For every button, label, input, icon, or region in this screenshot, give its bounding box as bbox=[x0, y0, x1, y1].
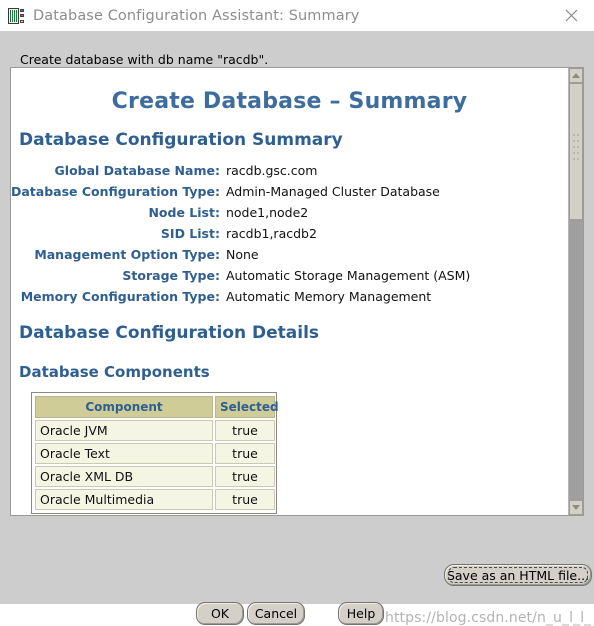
summary-value: None bbox=[225, 247, 259, 262]
table-row: Storage Type: Automatic Storage Manageme… bbox=[11, 265, 470, 286]
table-row[interactable]: Oracle JVM true bbox=[35, 420, 275, 441]
title-bar: Database Configuration Assistant: Summar… bbox=[0, 0, 594, 31]
component-selected: true bbox=[215, 466, 275, 487]
scrollbar-thumb[interactable] bbox=[569, 83, 583, 220]
instruction-text: Create database with db name "racdb". bbox=[20, 52, 269, 67]
table-row[interactable]: Oracle Text true bbox=[35, 443, 275, 464]
ok-button[interactable]: OK bbox=[196, 602, 244, 625]
scroll-down-arrow-icon[interactable] bbox=[569, 500, 583, 515]
section-heading-components: Database Components bbox=[19, 363, 210, 381]
section-heading-summary: Database Configuration Summary bbox=[19, 130, 343, 150]
summary-key-value-table: Global Database Name: racdb.gsc.com Data… bbox=[11, 160, 470, 307]
help-button[interactable]: Help bbox=[338, 602, 384, 625]
table-row: Database Configuration Type: Admin-Manag… bbox=[11, 181, 470, 202]
window-title: Database Configuration Assistant: Summar… bbox=[33, 7, 360, 24]
scroll-up-arrow-icon[interactable] bbox=[569, 68, 583, 83]
watermark-text: https://blog.csdn.net/n_u_l_l_ bbox=[385, 610, 592, 626]
table-row: Global Database Name: racdb.gsc.com bbox=[11, 160, 470, 181]
component-name: Oracle XML DB bbox=[35, 466, 213, 487]
table-row: Memory Configuration Type: Automatic Mem… bbox=[11, 286, 470, 307]
scrollbar-grip bbox=[573, 134, 581, 164]
scrollbar-track[interactable] bbox=[569, 83, 583, 500]
cancel-button[interactable]: Cancel bbox=[247, 602, 305, 625]
summary-value: Automatic Memory Management bbox=[225, 289, 432, 304]
table-row[interactable]: Oracle Multimedia true bbox=[35, 489, 275, 510]
summary-value: Automatic Storage Management (ASM) bbox=[225, 268, 471, 283]
summary-value: Admin-Managed Cluster Database bbox=[225, 184, 440, 199]
summary-label: Node List: bbox=[148, 205, 220, 220]
summary-label: Memory Configuration Type: bbox=[20, 289, 220, 304]
summary-label: Global Database Name: bbox=[54, 163, 220, 178]
summary-value: racdb1,racdb2 bbox=[225, 226, 317, 241]
component-name: Oracle Text bbox=[35, 443, 213, 464]
component-selected: true bbox=[215, 420, 275, 441]
summary-label: Database Configuration Type: bbox=[11, 184, 220, 199]
summary-label: SID List: bbox=[160, 226, 220, 241]
database-components-table: Component Selected Oracle JVM true Oracl… bbox=[31, 392, 279, 514]
section-heading-details: Database Configuration Details bbox=[19, 323, 320, 343]
component-selected: true bbox=[215, 489, 275, 510]
database-icon bbox=[8, 7, 24, 24]
summary-label: Management Option Type: bbox=[34, 247, 220, 262]
summary-document: Create Database – Summary Database Confi… bbox=[11, 68, 568, 515]
page-title: Create Database – Summary bbox=[111, 89, 468, 114]
table-row: Node List: node1,node2 bbox=[11, 202, 470, 223]
close-icon[interactable] bbox=[548, 0, 594, 31]
column-header-selected: Selected bbox=[215, 396, 279, 418]
component-name: Oracle JVM bbox=[35, 420, 213, 441]
column-header-component: Component bbox=[35, 396, 213, 418]
summary-scroll-panel: Create Database – Summary Database Confi… bbox=[10, 67, 584, 516]
summary-value: node1,node2 bbox=[225, 205, 309, 220]
vertical-scrollbar[interactable] bbox=[568, 68, 583, 515]
table-row[interactable]: Oracle XML DB true bbox=[35, 466, 275, 487]
dialog-window: Database Configuration Assistant: Summar… bbox=[0, 0, 594, 626]
dialog-content: Create database with db name "racdb". Cr… bbox=[0, 31, 594, 626]
summary-label: Storage Type: bbox=[122, 268, 220, 283]
table-header-row: Component Selected bbox=[35, 396, 279, 418]
save-as-html-button[interactable]: Save as an HTML file... bbox=[444, 564, 592, 586]
table-row: Management Option Type: None bbox=[11, 244, 470, 265]
summary-value: racdb.gsc.com bbox=[225, 163, 318, 178]
component-selected: true bbox=[215, 443, 275, 464]
component-name: Oracle Multimedia bbox=[35, 489, 213, 510]
table-row: SID List: racdb1,racdb2 bbox=[11, 223, 470, 244]
